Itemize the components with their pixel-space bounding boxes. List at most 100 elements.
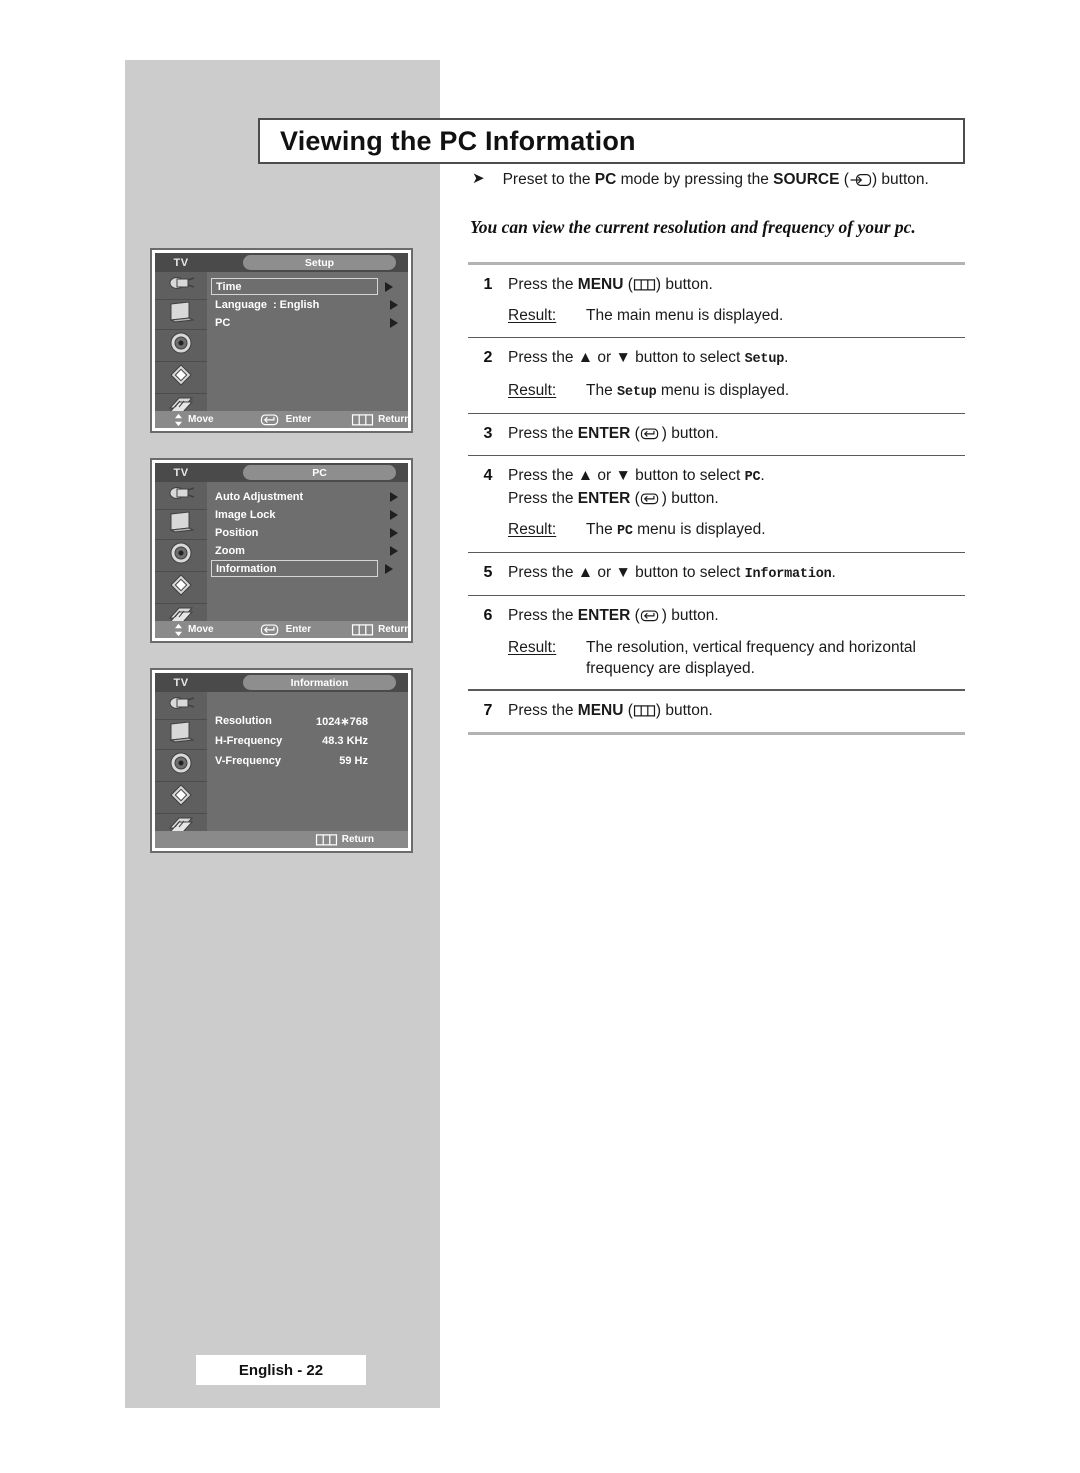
step-row: 3 Press the ENTER () button.	[468, 414, 965, 455]
step-instruction: Press the ENTER () button.	[508, 425, 719, 442]
step-row: 2 Press the ▲ or ▼ button to select Setup…	[468, 338, 965, 412]
picture-tv-icon	[167, 300, 195, 329]
step-body: Press the ENTER () button. Result: The res…	[508, 605, 965, 679]
result-text: The resolution, vertical frequency and h…	[586, 637, 965, 680]
osd-info-value: 59 Hz	[339, 755, 368, 767]
osd-menu-item-selected[interactable]: Time	[211, 278, 393, 295]
chevron-right-icon	[390, 317, 398, 328]
step-instruction: Press the ENTER () button.	[508, 489, 719, 507]
osd-footer-action[interactable]: Return	[351, 622, 410, 637]
osd-sidebar-cell[interactable]	[155, 782, 207, 814]
osd-item-label: Information	[216, 562, 277, 575]
osd-header: TV PC	[155, 463, 408, 482]
osd-item-label: Zoom	[215, 544, 245, 557]
result-part: menu is displayed.	[632, 521, 766, 539]
step-button-name: ENTER	[577, 607, 631, 625]
osd-sidebar-cell[interactable]	[155, 720, 207, 750]
osd-footer-action[interactable]: Enter	[260, 412, 311, 427]
step-menu-name: Information	[744, 567, 832, 583]
step-number: 3	[483, 425, 493, 442]
osd-sidebar-cell[interactable]	[155, 482, 207, 510]
result-part: The	[586, 381, 618, 399]
osd-sidebar-cell[interactable]	[155, 510, 207, 540]
osd-menu-item[interactable]: Auto Adjustment	[215, 488, 400, 505]
osd-menu-item[interactable]: Image Lock	[215, 506, 400, 523]
step-text-post: button.	[666, 425, 719, 442]
result-part: Setup	[617, 384, 657, 400]
osd-menu-title: Information	[243, 675, 396, 690]
menu-icon	[315, 832, 338, 847]
osd-main: Resolution 1024∗768 H-Frequency 48.3 KHz V-F…	[207, 692, 408, 831]
enter-icon	[260, 412, 282, 427]
source-icon	[850, 174, 872, 186]
osd-info-label: H-Frequency	[215, 735, 283, 747]
step-instruction: Press the ▲ or ▼ button to select Inform…	[508, 562, 965, 585]
updown-icon	[175, 623, 182, 636]
osd-inner: TV Setup Time Language: English PC Move Enter R…	[155, 253, 410, 428]
osd-footer-action[interactable]: Return	[315, 832, 374, 847]
osd-body: Auto Adjustment Image Lock Position Zoom Inf…	[155, 482, 408, 623]
step-row: 4 Press the ▲ or ▼ button to select PC. Pr…	[468, 456, 965, 552]
result-text: The PC menu is displayed.	[586, 519, 965, 542]
step-button-name: ENTER	[577, 425, 631, 442]
osd-info-row: Resolution 1024∗768	[215, 712, 400, 730]
updown-icon	[173, 623, 184, 637]
input-jack-icon	[166, 272, 196, 299]
picture-tv-icon	[167, 510, 195, 539]
osd-footer-action[interactable]: Enter	[260, 622, 311, 637]
osd-info-value: 48.3 KHz	[322, 735, 368, 747]
speaker-icon	[168, 330, 194, 361]
osd-menu-item[interactable]: Zoom	[215, 542, 400, 559]
intro-pre: Preset to the	[502, 171, 595, 188]
osd-menu-item[interactable]: Position	[215, 524, 400, 541]
osd-menu-item-selected[interactable]: Information	[211, 560, 393, 577]
menu-icon	[352, 624, 374, 636]
step-result: Result: The PC menu is displayed.	[508, 519, 965, 542]
osd-body: Resolution 1024∗768 H-Frequency 48.3 KHz V-F…	[155, 692, 408, 833]
step-row: 1 Press the MENU () button. Result: The mai…	[468, 265, 965, 337]
steps-list: 1 Press the MENU () button. Result: The mai…	[468, 262, 965, 735]
osd-menu-item[interactable]: Language: English	[215, 296, 400, 313]
osd-screenshot-1: TV Setup Time Language: English PC Move Enter R…	[150, 248, 413, 433]
step-row: 7 Press the MENU () button.	[468, 691, 965, 732]
step-menu-name: PC	[744, 470, 761, 486]
osd-footer-action[interactable]: Move	[173, 623, 214, 637]
step-text-pre: Press the	[508, 607, 578, 625]
result-part: PC	[617, 524, 633, 540]
osd-source-label: TV	[173, 466, 189, 479]
step-number: 1	[483, 276, 493, 293]
osd-sidebar-cell[interactable]	[155, 750, 207, 782]
osd-sidebar-cell[interactable]	[155, 300, 207, 330]
osd-item-label: Language	[215, 298, 267, 311]
osd-footer-label: Return	[341, 834, 374, 845]
osd-sidebar-cell[interactable]	[155, 692, 207, 720]
osd-info-label: Resolution	[215, 715, 272, 727]
osd-menu-item[interactable]: PC	[215, 314, 400, 331]
page-title: Viewing the PC Information	[280, 125, 636, 156]
osd-item-label: Time	[216, 280, 242, 293]
osd-footer: Move Enter Return	[155, 621, 410, 638]
input-jack-icon	[166, 692, 196, 719]
osd-item-label: PC	[215, 316, 231, 329]
chevron-right-icon	[390, 545, 398, 556]
step-body: Press the ▲ or ▼ button to select Inform…	[508, 562, 965, 585]
osd-sidebar-cell[interactable]	[155, 330, 207, 362]
osd-footer-action[interactable]: Move	[173, 413, 214, 427]
step-number: 5	[483, 564, 493, 582]
result-label: Result:	[508, 521, 557, 539]
osd-sidebar-cell[interactable]	[155, 362, 207, 394]
osd-header: TV Setup	[155, 253, 408, 272]
osd-sidebar-cell[interactable]	[155, 272, 207, 300]
osd-sidebar-cell[interactable]	[155, 540, 207, 572]
enter-icon	[640, 610, 658, 622]
intro-bold-source: SOURCE	[773, 171, 840, 188]
chip-setup-icon	[168, 782, 194, 813]
osd-sidebar-cell[interactable]	[155, 572, 207, 604]
menu-icon	[351, 412, 374, 427]
chevron-right-icon	[390, 527, 398, 538]
intro-post: button.	[877, 171, 929, 188]
osd-footer-label: Move	[188, 624, 214, 635]
osd-footer-action[interactable]: Return	[351, 412, 410, 427]
step-text-post: .	[760, 467, 765, 485]
bullet-arrow-icon: ➤	[472, 170, 485, 187]
